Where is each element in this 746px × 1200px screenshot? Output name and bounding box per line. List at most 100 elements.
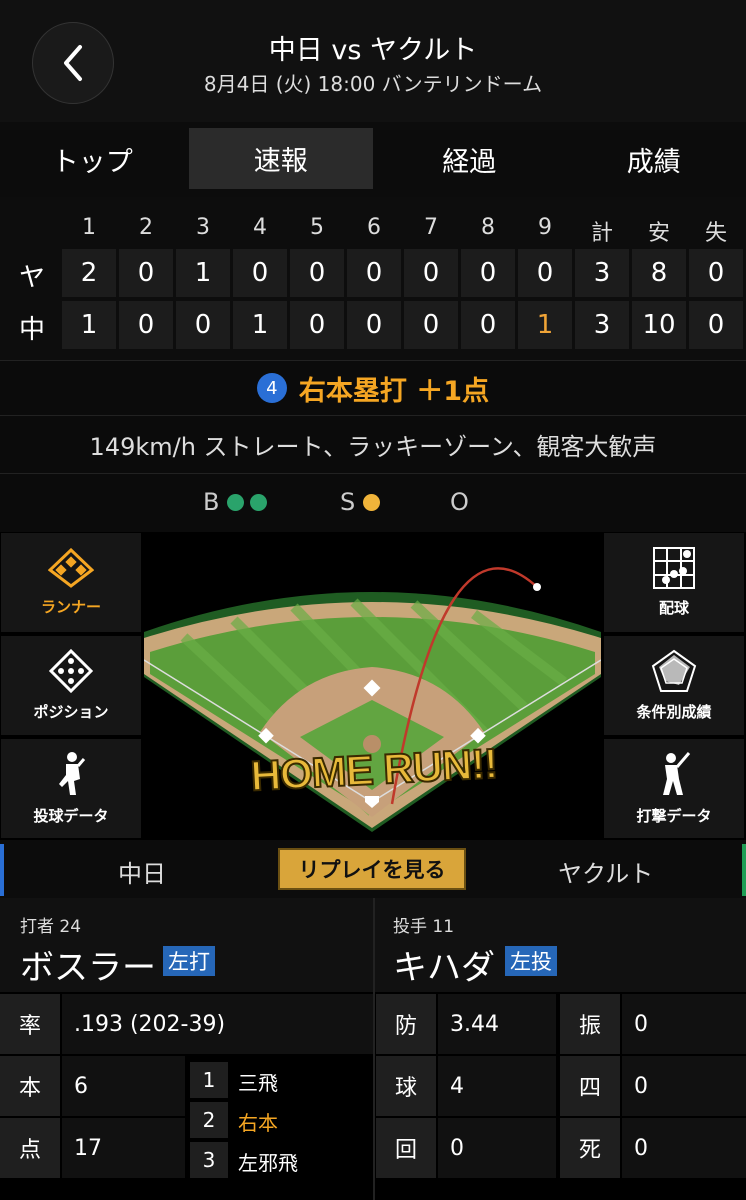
tab-progress[interactable]: 経過 [377, 122, 562, 197]
score-cell: 0 [461, 301, 515, 349]
play-description: 149km/h ストレート、ラッキーゾーン、観客大歓声 [0, 416, 746, 474]
score-header: 7 [424, 215, 438, 240]
score-cell: 1 [518, 301, 572, 349]
pitcher-icon [59, 752, 86, 795]
team-bar: 中日 リプレイを見る ヤクルト [0, 840, 746, 898]
ball-count-group: B [203, 488, 268, 516]
score-cell: 3 [575, 301, 629, 349]
batter-stat-value: .193 (202-39) [62, 994, 373, 1054]
score-header: 失 [704, 221, 727, 246]
replay-button[interactable]: リプレイを見る [278, 848, 466, 890]
score-header: 安 [647, 221, 670, 246]
split-stats-button[interactable]: 条件別成績 [603, 635, 745, 736]
ball-dot [250, 493, 268, 511]
score-header: 3 [196, 215, 210, 240]
pitcher-stat-value: 0 [622, 1056, 746, 1116]
score-cell: 0 [176, 301, 230, 349]
field-area: ランナー ポジション 投球データ HOME RUN!! 配球 条件別成績 打撃デ… [0, 532, 746, 840]
pitcher-stat-label: 防 [376, 994, 436, 1054]
batter-hand-tag: 左打 [163, 946, 215, 976]
play-result-text: 右本塁打 ＋1点 [298, 375, 490, 407]
score-header: 4 [253, 215, 267, 240]
pitcher-stat-value: 0 [622, 994, 746, 1054]
batting-data-button[interactable]: 打撃データ [603, 738, 745, 839]
at-bat-number: 3 [190, 1142, 228, 1178]
away-team-accent [742, 844, 746, 896]
position-icon [49, 649, 93, 693]
pitcher-name: キハダ [393, 948, 495, 988]
batter-role: 打者 24 [20, 917, 82, 937]
at-bat-result: 右本 [238, 1111, 278, 1135]
batter-icon [663, 752, 691, 795]
runner-button[interactable]: ランナー [0, 532, 142, 633]
baseball-field: HOME RUN!! [144, 532, 601, 838]
radar-icon [651, 649, 697, 692]
batter-info: 打者 24 ボスラー 左打 [0, 898, 373, 992]
score-header: 2 [139, 215, 153, 240]
play-number-badge: 4 [256, 373, 287, 403]
pitcher-info: 投手 11 キハダ 左投 [375, 898, 746, 992]
game-title: 中日 vs ヤクルト [268, 35, 478, 66]
score-header: 9 [538, 215, 552, 240]
pitcher-stat-value: 0 [622, 1118, 746, 1178]
strike-dot [363, 493, 381, 511]
batting-data-label: 打撃データ [636, 807, 712, 825]
scoreboard: 1 2 3 4 5 6 7 8 9 計安失ヤ 2 0 1 0 0 0 0 0 0 3 8 0 中 1 0 0 1 0 0 0 0 1 3 10 0 [0, 197, 746, 360]
play-result: 4 右本塁打 ＋1点 [0, 360, 746, 416]
score-header: 6 [367, 215, 381, 240]
score-cell: 0 [290, 249, 344, 297]
tab-stats[interactable]: 成績 [562, 122, 746, 197]
score-team-label: ヤ [18, 263, 45, 293]
pitcher-stat-label: 振 [560, 994, 620, 1054]
score-cell: 1 [233, 301, 287, 349]
tab-top[interactable]: トップ [0, 122, 185, 197]
pitcher-stat-value: 0 [438, 1118, 556, 1178]
home-team-label[interactable]: 中日 [118, 854, 166, 889]
score-cell: 0 [518, 249, 572, 297]
ball-label: B [203, 488, 220, 516]
score-cell: 8 [632, 249, 686, 297]
score-cell: 0 [119, 249, 173, 297]
pitcher-stat-value: 4 [438, 1056, 556, 1116]
pitch-pattern-button[interactable]: 配球 [603, 532, 745, 633]
score-header: 8 [481, 215, 495, 240]
position-label: ポジション [33, 703, 109, 721]
tab-live[interactable]: 速報 [188, 128, 373, 189]
score-cell: 0 [461, 249, 515, 297]
score-cell: 0 [347, 249, 401, 297]
score-cell: 10 [632, 301, 686, 349]
header: 中日 vs ヤクルト 8月4日 (火) 18:00 バンテリンドーム [0, 0, 746, 122]
score-header: 計 [590, 221, 613, 246]
strike-count-group: S [340, 488, 381, 516]
score-cell: 0 [233, 249, 287, 297]
pitcher-stat-label: 回 [376, 1118, 436, 1178]
pitcher-hand-tag: 左投 [505, 946, 557, 976]
vertical-divider [373, 898, 375, 1200]
pitcher-role: 投手 11 [393, 917, 455, 937]
pitching-data-label: 投球データ [33, 807, 109, 825]
score-cell: 0 [347, 301, 401, 349]
score-team-label: 中 [18, 315, 45, 345]
batter-stat-value: 6 [62, 1056, 185, 1116]
score-cell: 0 [404, 249, 458, 297]
home-team-accent [0, 844, 4, 896]
strike-label: S [340, 488, 356, 516]
position-button[interactable]: ポジション [0, 635, 142, 736]
runner-label: ランナー [40, 598, 101, 616]
away-team-label[interactable]: ヤクルト [558, 854, 653, 889]
ball-dot [227, 493, 245, 511]
score-header: 1 [82, 215, 96, 240]
batter-stat-label: 点 [0, 1118, 60, 1178]
game-subtitle: 8月4日 (火) 18:00 バンテリンドーム [203, 72, 543, 96]
score-cell: 3 [575, 249, 629, 297]
split-stats-label: 条件別成績 [636, 703, 712, 721]
batter-stat-label: 率 [0, 994, 60, 1054]
score-cell: 1 [176, 249, 230, 297]
score-cell: 0 [290, 301, 344, 349]
batter-name: ボスラー [20, 948, 156, 988]
score-cell: 2 [62, 249, 116, 297]
pitch-grid-icon [653, 547, 695, 589]
batter-stat-label: 本 [0, 1056, 60, 1116]
pitching-data-button[interactable]: 投球データ [0, 738, 142, 839]
pitcher-stat-value: 3.44 [438, 994, 556, 1054]
